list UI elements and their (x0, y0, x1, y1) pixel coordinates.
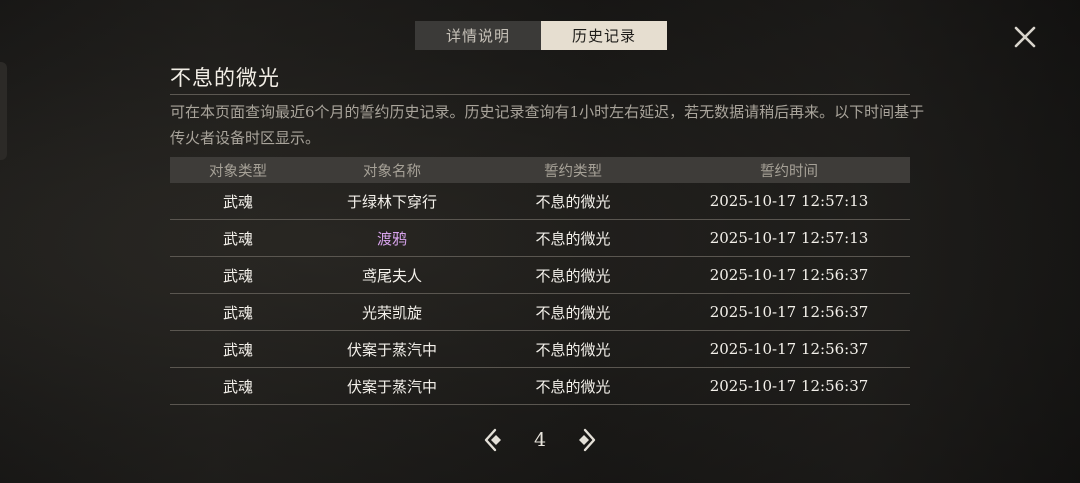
cell-object-type: 武魂 (222, 340, 253, 359)
tab-bar: 详情说明 历史记录 (415, 21, 667, 50)
table-row: 武魂 伏案于蒸汽中 不息的微光 2025-10-17 12:56:37 (170, 368, 910, 405)
table-row: 武魂 渡鸦 不息的微光 2025-10-17 12:57:13 (170, 220, 910, 257)
table-row: 武魂 鸢尾夫人 不息的微光 2025-10-17 12:56:37 (170, 257, 910, 294)
side-drawer-handle[interactable] (0, 62, 7, 160)
cell-oath-type: 不息的微光 (535, 340, 611, 359)
header-oath-time: 誓约时间 (760, 163, 818, 180)
table-row: 武魂 于绿林下穿行 不息的微光 2025-10-17 12:57:13 (170, 183, 910, 220)
close-button[interactable] (1008, 20, 1042, 54)
cell-object-name: 鸢尾夫人 (361, 266, 422, 285)
cell-object-name: 光荣凯旋 (361, 303, 422, 322)
cell-oath-type: 不息的微光 (535, 192, 611, 211)
cell-oath-type: 不息的微光 (535, 229, 611, 248)
cell-object-type: 武魂 (222, 192, 253, 211)
history-table: 对象类型 对象名称 誓约类型 誓约时间 武魂 于绿林下穿行 不息的微光 2025… (170, 157, 910, 405)
cell-object-name: 伏案于蒸汽中 (346, 340, 437, 359)
table-row: 武魂 光荣凯旋 不息的微光 2025-10-17 12:56:37 (170, 294, 910, 331)
table-header: 对象类型 对象名称 誓约类型 誓约时间 (170, 157, 910, 183)
cell-oath-type: 不息的微光 (535, 377, 611, 396)
cell-object-type: 武魂 (222, 266, 253, 285)
page-number: 4 (533, 429, 547, 451)
history-screen: 详情说明 历史记录 不息的微光 可在本页面查询最近6个月的誓约历史记录。历史记录… (0, 0, 1080, 483)
table-row: 武魂 伏案于蒸汽中 不息的微光 2025-10-17 12:56:37 (170, 331, 910, 368)
cell-oath-type: 不息的微光 (535, 303, 611, 322)
cell-oath-time: 2025-10-17 12:56:37 (709, 266, 869, 284)
close-icon (1014, 26, 1036, 48)
header-oath-type: 誓约类型 (544, 163, 602, 180)
cell-oath-time: 2025-10-17 12:56:37 (709, 303, 869, 321)
pagination: 4 (480, 424, 600, 456)
next-page-icon[interactable] (570, 425, 600, 455)
cell-object-name: 渡鸦 (376, 229, 407, 248)
cell-object-type: 武魂 (222, 229, 253, 248)
cell-object-name: 伏案于蒸汽中 (346, 377, 437, 396)
cell-object-type: 武魂 (222, 303, 253, 322)
description-text: 可在本页面查询最近6个月的誓约历史记录。历史记录查询有1小时左右延迟，若无数据请… (170, 103, 925, 147)
header-object-name: 对象名称 (363, 163, 421, 180)
tab-history[interactable]: 历史记录 (541, 21, 667, 50)
page-title: 不息的微光 (170, 66, 280, 90)
cell-oath-time: 2025-10-17 12:56:37 (709, 377, 869, 395)
cell-object-name: 于绿林下穿行 (346, 192, 437, 211)
cell-oath-time: 2025-10-17 12:56:37 (709, 340, 869, 358)
cell-oath-time: 2025-10-17 12:57:13 (709, 192, 869, 210)
cell-oath-time: 2025-10-17 12:57:13 (709, 229, 869, 247)
title-divider (170, 94, 910, 95)
cell-oath-type: 不息的微光 (535, 266, 611, 285)
header-object-type: 对象类型 (209, 163, 267, 180)
cell-object-type: 武魂 (222, 377, 253, 396)
prev-page-icon[interactable] (480, 425, 510, 455)
tab-details[interactable]: 详情说明 (415, 21, 541, 50)
